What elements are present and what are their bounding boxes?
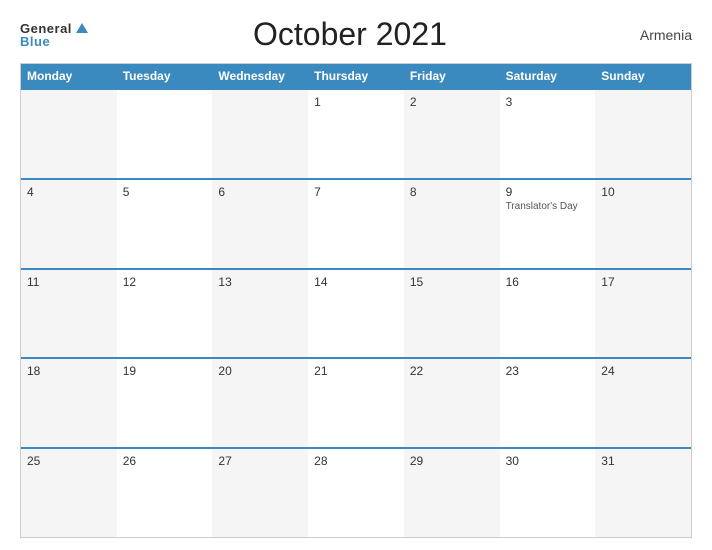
- cell-day-number: 8: [410, 185, 494, 199]
- calendar: MondayTuesdayWednesdayThursdayFridaySatu…: [20, 63, 692, 538]
- week-2: 456789 Translator's Day 10: [21, 178, 691, 268]
- cell-week3-col1: 11: [21, 270, 117, 358]
- cell-day-number: 24: [601, 364, 685, 378]
- cell-week2-col3: 6: [212, 180, 308, 268]
- cell-day-number: 2: [410, 95, 494, 109]
- cell-week1-col4: 1: [308, 90, 404, 178]
- cell-day-number: 20: [218, 364, 302, 378]
- cell-day-number: 16: [506, 275, 590, 289]
- cell-day-number: 3: [506, 95, 590, 109]
- cell-week3-col2: 12: [117, 270, 213, 358]
- logo-blue-text: Blue: [20, 35, 88, 48]
- cell-week5-col1: 25: [21, 449, 117, 537]
- cell-day-number: 23: [506, 364, 590, 378]
- cell-week5-col3: 27: [212, 449, 308, 537]
- cell-day-number: 10: [601, 185, 685, 199]
- cell-week2-col4: 7: [308, 180, 404, 268]
- cell-event-label: Translator's Day: [506, 201, 590, 213]
- cell-week2-col7: 10: [595, 180, 691, 268]
- week-5: 25 26 27 28 29 30 31: [21, 447, 691, 537]
- cell-week5-col2: 26: [117, 449, 213, 537]
- cell-week1-col1: [21, 90, 117, 178]
- cell-week4-col1: 18: [21, 359, 117, 447]
- logo-general-text: General: [20, 22, 72, 35]
- logo-triangle-icon: [76, 23, 88, 33]
- cell-week2-col2: 5: [117, 180, 213, 268]
- cell-week4-col7: 24: [595, 359, 691, 447]
- cell-day-number: 27: [218, 454, 302, 468]
- header-day-wednesday: Wednesday: [212, 64, 308, 88]
- cell-day-number: 31: [601, 454, 685, 468]
- page: General Blue October 2021 Armenia Monday…: [0, 0, 712, 550]
- cell-week5-col7: 31: [595, 449, 691, 537]
- cell-day-number: 13: [218, 275, 302, 289]
- cell-day-number: 19: [123, 364, 207, 378]
- cell-day-number: 28: [314, 454, 398, 468]
- header: General Blue October 2021 Armenia: [20, 16, 692, 53]
- cell-week4-col5: 22: [404, 359, 500, 447]
- cell-day-number: 11: [27, 275, 111, 289]
- header-day-monday: Monday: [21, 64, 117, 88]
- cell-day-number: 1: [314, 95, 398, 109]
- cell-week1-col7: [595, 90, 691, 178]
- cell-day-number: 14: [314, 275, 398, 289]
- header-day-sunday: Sunday: [595, 64, 691, 88]
- cell-week5-col4: 28: [308, 449, 404, 537]
- cell-day-number: 9: [506, 185, 590, 199]
- cell-week2-col1: 4: [21, 180, 117, 268]
- cell-day-number: 29: [410, 454, 494, 468]
- week-3: 11 12 13 14 15 16 17: [21, 268, 691, 358]
- cell-day-number: 7: [314, 185, 398, 199]
- header-day-tuesday: Tuesday: [117, 64, 213, 88]
- logo: General Blue: [20, 22, 88, 48]
- cell-week2-col6: 9 Translator's Day: [500, 180, 596, 268]
- cell-week5-col6: 30: [500, 449, 596, 537]
- cell-day-number: 26: [123, 454, 207, 468]
- cell-day-number: 15: [410, 275, 494, 289]
- calendar-title: October 2021: [88, 16, 612, 53]
- cell-week4-col6: 23: [500, 359, 596, 447]
- cell-day-number: 22: [410, 364, 494, 378]
- cell-day-number: 12: [123, 275, 207, 289]
- cell-week3-col3: 13: [212, 270, 308, 358]
- header-day-thursday: Thursday: [308, 64, 404, 88]
- cell-week1-col5: 2: [404, 90, 500, 178]
- week-4: 18 19 20 21 22 23 24: [21, 357, 691, 447]
- cell-week5-col5: 29: [404, 449, 500, 537]
- cell-week1-col6: 3: [500, 90, 596, 178]
- cell-day-number: 30: [506, 454, 590, 468]
- cell-day-number: 21: [314, 364, 398, 378]
- cell-week4-col3: 20: [212, 359, 308, 447]
- cell-week2-col5: 8: [404, 180, 500, 268]
- cell-week4-col2: 19: [117, 359, 213, 447]
- country-label: Armenia: [612, 27, 692, 43]
- cell-week1-col3: [212, 90, 308, 178]
- cell-day-number: 17: [601, 275, 685, 289]
- cell-week3-col5: 15: [404, 270, 500, 358]
- cell-day-number: 5: [123, 185, 207, 199]
- cell-day-number: 25: [27, 454, 111, 468]
- cell-day-number: 4: [27, 185, 111, 199]
- cell-week3-col7: 17: [595, 270, 691, 358]
- header-day-friday: Friday: [404, 64, 500, 88]
- calendar-body: 123456789Translator's Day101112131415161…: [21, 88, 691, 537]
- calendar-header: MondayTuesdayWednesdayThursdayFridaySatu…: [21, 64, 691, 88]
- cell-day-number: 6: [218, 185, 302, 199]
- header-day-saturday: Saturday: [500, 64, 596, 88]
- cell-week3-col6: 16: [500, 270, 596, 358]
- cell-week4-col4: 21: [308, 359, 404, 447]
- cell-day-number: 18: [27, 364, 111, 378]
- cell-week3-col4: 14: [308, 270, 404, 358]
- cell-week1-col2: [117, 90, 213, 178]
- week-1: 123: [21, 88, 691, 178]
